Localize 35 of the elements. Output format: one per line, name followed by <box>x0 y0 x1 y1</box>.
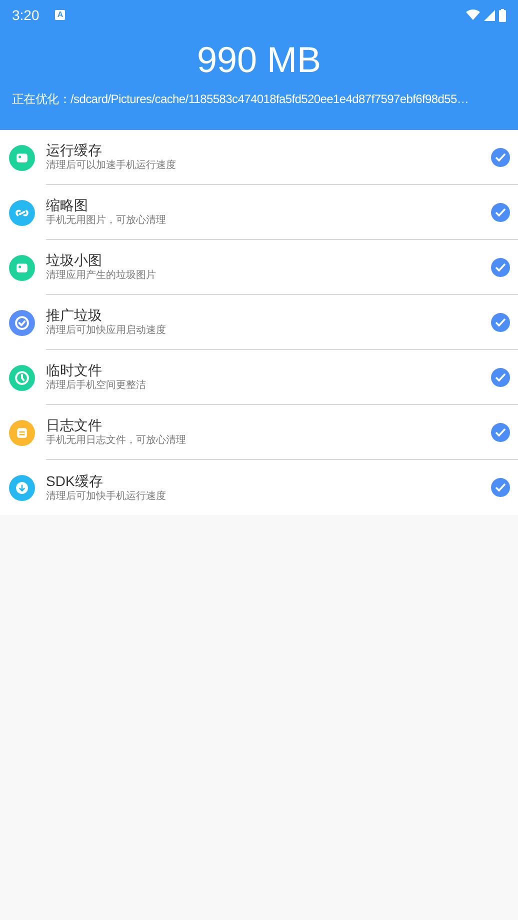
item-title: 垃圾小图 <box>46 251 103 269</box>
check-icon <box>495 208 506 216</box>
checkbox[interactable] <box>491 368 510 386</box>
check-icon <box>495 428 506 436</box>
item-title: 缩略图 <box>46 196 89 214</box>
check-icon <box>495 318 506 326</box>
item-subtitle: 清理后可加快手机运行速度 <box>46 490 167 504</box>
status-time: 3:20 <box>12 6 40 24</box>
checkbox[interactable] <box>491 148 510 166</box>
check-icon <box>495 152 506 162</box>
item-subtitle: 清理后可加快应用启动速度 <box>46 324 167 338</box>
item-subtitle: 清理应用产生的垃圾图片 <box>46 269 157 283</box>
item-subtitle: 手机无用日志文件，可放心清理 <box>46 434 187 448</box>
item-subtitle: 手机无用图片，可放心清理 <box>46 214 167 228</box>
progress-path: 正在优化：/sdcard/Pictures/cache/1185583c474018fa5fd520ee1e4d87f7597ebf6f98d55… <box>11 91 470 108</box>
item-title: 临时文件 <box>46 361 103 379</box>
checkbox[interactable] <box>491 202 510 222</box>
checkbox[interactable] <box>491 312 510 332</box>
check-icon <box>495 372 506 382</box>
item-title: SDK缓存 <box>46 472 104 490</box>
item-subtitle: 清理后手机空间更整洁 <box>46 379 147 393</box>
checkbox[interactable] <box>491 422 510 442</box>
signal-icon <box>484 10 495 20</box>
cleaned-size: 990 MB <box>196 42 322 78</box>
battery-icon <box>499 8 506 22</box>
item-title: 日志文件 <box>46 416 103 434</box>
checkbox[interactable] <box>491 478 510 497</box>
notification-icon: A <box>55 10 66 20</box>
item-subtitle: 清理后可以加速手机运行速度 <box>46 159 177 173</box>
checkbox[interactable] <box>491 258 510 276</box>
check-icon <box>495 483 506 492</box>
wifi-icon <box>466 9 480 21</box>
item-title: 推广垃圾 <box>46 306 103 324</box>
check-icon <box>495 262 506 272</box>
item-title: 运行缓存 <box>46 141 103 159</box>
